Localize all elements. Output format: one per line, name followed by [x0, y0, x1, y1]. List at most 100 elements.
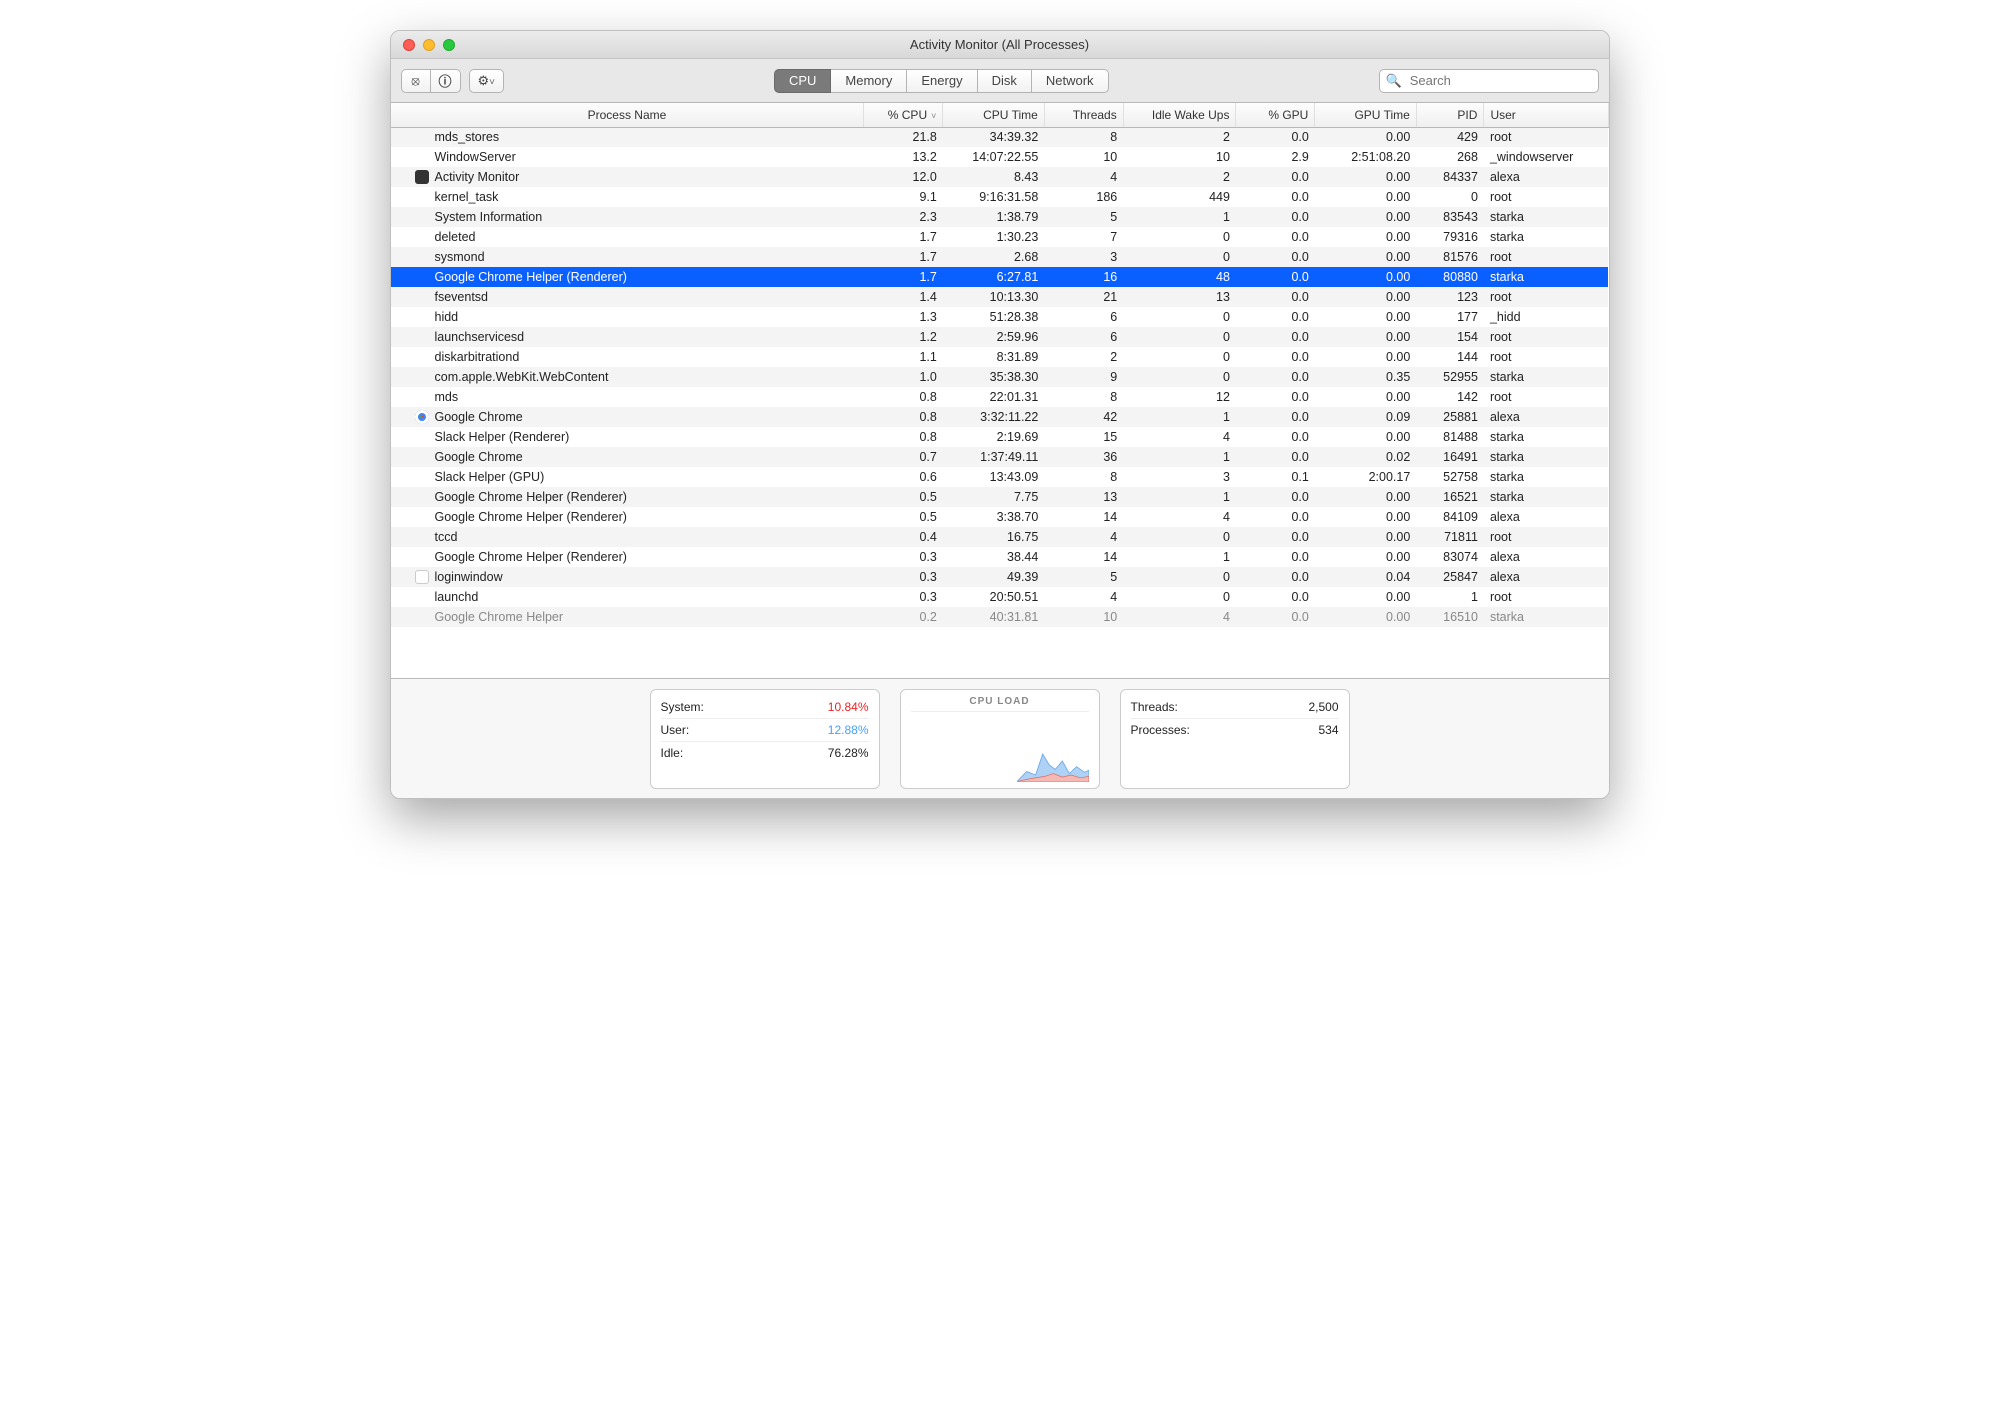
column-header[interactable]: CPU Time [943, 103, 1044, 127]
cell-gpu-time: 0.00 [1315, 487, 1416, 507]
column-header[interactable]: % GPU [1236, 103, 1315, 127]
cell-user: starka [1484, 367, 1608, 387]
cell-cpu-time: 1:37:49.11 [943, 447, 1044, 467]
table-row[interactable]: Google Chrome0.83:32:11.224210.00.092588… [391, 407, 1609, 427]
table-row[interactable]: Slack Helper (GPU)0.613:43.09830.12:00.1… [391, 467, 1609, 487]
table-header-row: Process Name% CPU˅CPU TimeThreadsIdle Wa… [391, 103, 1609, 127]
table-row[interactable]: com.apple.WebKit.WebContent1.035:38.3090… [391, 367, 1609, 387]
cell-threads: 4 [1044, 587, 1123, 607]
cell-gpu-percent: 0.0 [1236, 427, 1315, 447]
table-row[interactable]: Activity Monitor12.08.43420.00.0084337al… [391, 167, 1609, 187]
cell-cpu-time: 1:38.79 [943, 207, 1044, 227]
cell-threads: 15 [1044, 427, 1123, 447]
column-header[interactable]: PID [1416, 103, 1484, 127]
table-row[interactable]: Google Chrome Helper (Renderer)1.76:27.8… [391, 267, 1609, 287]
cell-cpu-time: 8.43 [943, 167, 1044, 187]
cell-cpu-percent: 1.4 [864, 287, 943, 307]
cell-gpu-time: 0.00 [1315, 207, 1416, 227]
cell-idle-wakeups: 2 [1123, 127, 1236, 147]
cell-idle-wakeups: 0 [1123, 527, 1236, 547]
cell-gpu-time: 0.02 [1315, 447, 1416, 467]
titlebar[interactable]: Activity Monitor (All Processes) [391, 31, 1609, 59]
cell-pid: 154 [1416, 327, 1484, 347]
user-label: User: [661, 723, 690, 737]
column-header[interactable]: User [1484, 103, 1608, 127]
cell-pid: 144 [1416, 347, 1484, 367]
cell-user: alexa [1484, 547, 1608, 567]
table-row[interactable]: Google Chrome Helper (Renderer)0.57.7513… [391, 487, 1609, 507]
cell-cpu-time: 49.39 [943, 567, 1044, 587]
cell-user: starka [1484, 207, 1608, 227]
table-row[interactable]: fseventsd1.410:13.3021130.00.00123root [391, 287, 1609, 307]
cpu-load-title: CPU LOAD [911, 696, 1089, 712]
table-row[interactable]: loginwindow0.349.39500.00.0425847alexa [391, 567, 1609, 587]
cell-cpu-percent: 0.7 [864, 447, 943, 467]
cell-cpu-time: 2.68 [943, 247, 1044, 267]
tab-disk[interactable]: Disk [978, 69, 1032, 93]
cell-idle-wakeups: 4 [1123, 507, 1236, 527]
minimize-icon[interactable] [423, 39, 435, 51]
cell-cpu-time: 10:13.30 [943, 287, 1044, 307]
info-button[interactable]: ⓘ [431, 69, 461, 93]
search-input[interactable] [1408, 72, 1592, 89]
cell-cpu-percent: 12.0 [864, 167, 943, 187]
table-row[interactable]: deleted1.71:30.23700.00.0079316starka [391, 227, 1609, 247]
table-row[interactable]: Google Chrome Helper (Renderer)0.338.441… [391, 547, 1609, 567]
table-row[interactable]: System Information2.31:38.79510.00.00835… [391, 207, 1609, 227]
table-row[interactable]: sysmond1.72.68300.00.0081576root [391, 247, 1609, 267]
table-row[interactable]: tccd0.416.75400.00.0071811root [391, 527, 1609, 547]
cell-threads: 5 [1044, 207, 1123, 227]
cell-cpu-percent: 0.6 [864, 467, 943, 487]
tab-network[interactable]: Network [1032, 69, 1109, 93]
column-header[interactable]: Idle Wake Ups [1123, 103, 1236, 127]
stop-process-button[interactable]: ⦻ [401, 69, 431, 93]
search-field-container[interactable]: 🔍 [1379, 69, 1599, 93]
cell-cpu-percent: 1.7 [864, 247, 943, 267]
table-row[interactable]: diskarbitrationd1.18:31.89200.00.00144ro… [391, 347, 1609, 367]
cell-gpu-time: 0.09 [1315, 407, 1416, 427]
table-row[interactable]: Google Chrome0.71:37:49.113610.00.021649… [391, 447, 1609, 467]
table-row[interactable]: launchd0.320:50.51400.00.001root [391, 587, 1609, 607]
cell-idle-wakeups: 0 [1123, 227, 1236, 247]
cell-user: starka [1484, 427, 1608, 447]
cell-cpu-percent: 0.4 [864, 527, 943, 547]
cell-idle-wakeups: 0 [1123, 307, 1236, 327]
table-row[interactable]: Google Chrome Helper0.240:31.811040.00.0… [391, 607, 1609, 627]
user-value: 12.88% [828, 723, 869, 737]
column-header[interactable]: Threads [1044, 103, 1123, 127]
cell-cpu-percent: 0.3 [864, 567, 943, 587]
table-row[interactable]: launchservicesd1.22:59.96600.00.00154roo… [391, 327, 1609, 347]
tab-memory[interactable]: Memory [831, 69, 907, 93]
table-row[interactable]: Google Chrome Helper (Renderer)0.53:38.7… [391, 507, 1609, 527]
column-header[interactable]: GPU Time [1315, 103, 1416, 127]
cell-gpu-time: 0.00 [1315, 387, 1416, 407]
close-icon[interactable] [403, 39, 415, 51]
zoom-icon[interactable] [443, 39, 455, 51]
table-row[interactable]: mds_stores21.834:39.32820.00.00429root [391, 127, 1609, 147]
process-table-area[interactable]: Process Name% CPU˅CPU TimeThreadsIdle Wa… [391, 103, 1609, 678]
cell-cpu-time: 3:38.70 [943, 507, 1044, 527]
cell-threads: 3 [1044, 247, 1123, 267]
column-header[interactable]: % CPU˅ [864, 103, 943, 127]
tab-energy[interactable]: Energy [907, 69, 977, 93]
search-icon: 🔍 [1386, 73, 1402, 89]
cell-cpu-time: 9:16:31.58 [943, 187, 1044, 207]
column-header[interactable]: Process Name [391, 103, 864, 127]
table-row[interactable]: kernel_task9.19:16:31.581864490.00.000ro… [391, 187, 1609, 207]
cell-idle-wakeups: 3 [1123, 467, 1236, 487]
tab-cpu[interactable]: CPU [774, 69, 831, 93]
cell-cpu-time: 38.44 [943, 547, 1044, 567]
cell-idle-wakeups: 4 [1123, 607, 1236, 627]
cell-idle-wakeups: 4 [1123, 427, 1236, 447]
cell-cpu-percent: 0.5 [864, 487, 943, 507]
table-row[interactable]: mds0.822:01.318120.00.00142root [391, 387, 1609, 407]
settings-menu-button[interactable] [469, 69, 505, 93]
login-icon [415, 570, 429, 584]
table-row[interactable]: hidd1.351:28.38600.00.00177_hidd [391, 307, 1609, 327]
table-row[interactable]: Slack Helper (Renderer)0.82:19.691540.00… [391, 427, 1609, 447]
table-row[interactable]: WindowServer13.214:07:22.5510102.92:51:0… [391, 147, 1609, 167]
chevron-down-icon [489, 73, 495, 88]
cell-cpu-percent: 0.5 [864, 507, 943, 527]
cell-cpu-time: 51:28.38 [943, 307, 1044, 327]
cell-cpu-percent: 0.2 [864, 607, 943, 627]
